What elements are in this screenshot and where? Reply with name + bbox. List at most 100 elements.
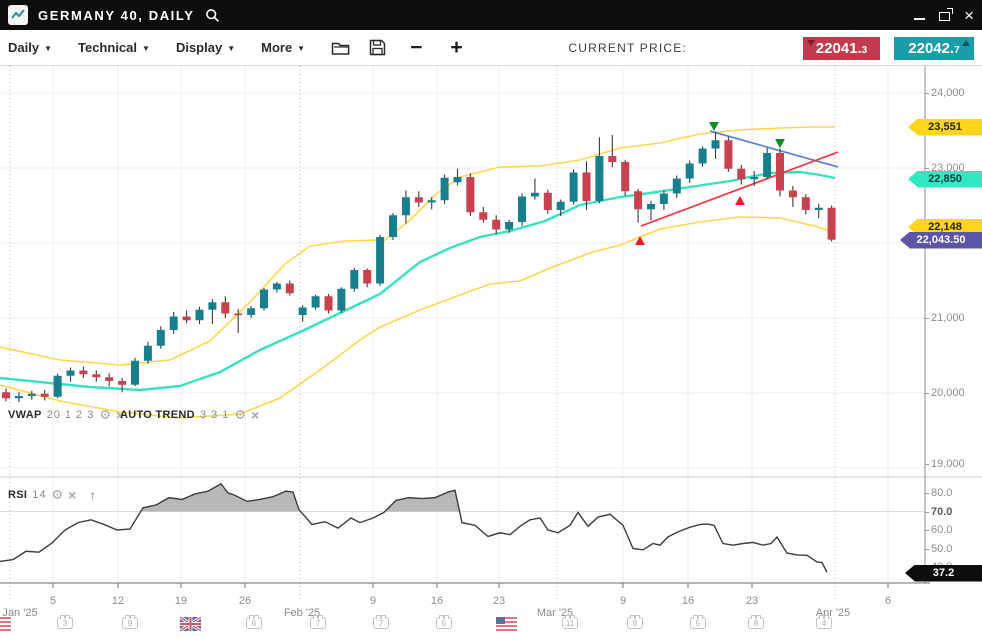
calendar-glyph: 8 [627,617,643,629]
vwap-params: 20 1 2 3 [47,409,95,421]
event-calendar-icon[interactable]: 4 [816,617,832,629]
candle-body [337,289,345,311]
rsi-line [0,484,827,572]
time-axis-label: 12 [112,595,124,607]
time-axis-label: 16 [682,595,694,607]
calendar-glyph: 11 [562,617,578,629]
calendar-glyph: 8 [748,617,764,629]
candle-body [402,197,410,215]
candle-body [583,173,591,202]
event-calendar-icon[interactable]: 11 [562,617,578,629]
price-badge-22850: 22,850 [908,171,982,188]
candle-body [41,394,49,397]
rsi-move-up-arrow-icon[interactable]: ↑ [89,489,96,501]
save-icon[interactable] [369,39,386,56]
vwap-settings-gear-icon[interactable]: ⚙ [99,409,111,421]
calendar-glyph: 3 [57,617,73,629]
menu-display[interactable]: Display▼ [176,40,235,55]
autotrend-indicator-row: AUTO TREND 3 3 1 ⚙ × [120,409,259,421]
candle-body [712,140,720,148]
menu-more[interactable]: More▼ [261,40,305,55]
menu-daily[interactable]: Daily▼ [8,40,52,55]
event-calendar-icon[interactable]: 7 [310,617,326,629]
price-axis-label: 21,000 [931,312,965,324]
vwap-label: VWAP [8,409,42,421]
candle-body [92,374,100,377]
candle-body [518,197,526,223]
chevron-down-icon: ▼ [227,44,235,53]
price-chart[interactable] [0,66,982,637]
price-axis-tick [925,464,929,465]
rsi-params: 14 [32,489,46,501]
autotrend-label: AUTO TREND [120,409,195,421]
rsi-settings-gear-icon[interactable]: ⚙ [52,489,64,501]
price-up-arrow-icon [962,40,970,46]
autotrend-settings-gear-icon[interactable]: ⚙ [234,409,246,421]
close-icon[interactable]: × [964,7,974,24]
window-title: GERMANY 40, DAILY [38,8,195,23]
event-calendar-icon[interactable]: 7 [373,617,389,629]
popout-icon[interactable] [939,12,950,21]
candle-body [544,193,552,210]
event-calendar-icon[interactable]: 8 [748,617,764,629]
autotrend-remove-icon[interactable]: × [251,409,259,421]
candle-body [221,302,229,313]
candle-body [28,394,36,396]
rsi-label: RSI [8,489,27,501]
price-badge-23551: 23,551 [908,119,982,136]
time-axis-label: 19 [175,595,187,607]
candle-body [428,200,436,202]
us-flag-icon[interactable] [496,617,517,636]
zoom-in-button[interactable]: + [450,38,462,58]
event-calendar-icon[interactable]: 6 [246,617,262,629]
search-icon[interactable] [205,8,220,23]
rsi-value-badge: 37.2 [905,565,982,582]
rsi-remove-icon[interactable]: × [68,489,76,501]
candle-body [350,270,358,289]
minimize-icon[interactable] [914,18,925,20]
time-axis-label: 5 [50,595,56,607]
candle-body [608,156,616,162]
uk-flag-icon[interactable] [180,617,201,636]
menu-technical[interactable]: Technical▼ [78,40,150,55]
pivot-down-arrow-icon [775,139,785,148]
rsi-axis-tick [925,549,929,550]
time-axis-label: 23 [493,595,505,607]
calendar-glyph: 9 [122,617,138,629]
candle-body [802,197,810,210]
pivot-up-arrow-icon [735,196,745,205]
chevron-down-icon: ▼ [44,44,52,53]
bollinger-upper-band-line [0,127,835,365]
calendar-glyph: 4 [816,617,832,629]
folder-open-icon[interactable] [331,39,351,56]
event-calendar-icon[interactable]: 5 [436,617,452,629]
pivot-down-arrow-icon [709,122,719,131]
chevron-down-icon: ▼ [142,44,150,53]
vwap-line [0,172,835,390]
calendar-glyph: 5 [690,617,706,629]
event-calendar-icon[interactable]: 3 [57,617,73,629]
candle-body [299,308,307,316]
candle-body [531,193,539,197]
candle-body [634,191,642,209]
candle-body [273,284,281,290]
event-calendar-icon[interactable]: 9 [122,617,138,629]
candle-body [286,284,294,294]
candle-body [144,346,152,361]
event-calendar-icon[interactable]: 8 [627,617,643,629]
candle-body [170,317,178,331]
candle-body [828,208,836,240]
candle-body [570,173,578,202]
candle-body [54,376,62,397]
chevron-down-icon: ▼ [297,44,305,53]
event-calendar-icon[interactable]: 5 [690,617,706,629]
us-flag-icon[interactable] [0,617,11,636]
rsi-axis-label: 80.0 [931,487,952,499]
candle-body [415,197,423,202]
time-axis-label: 26 [239,595,251,607]
candle-body [325,296,333,310]
candle-body [750,177,758,179]
zoom-out-button[interactable]: − [410,38,422,58]
candle-body [789,191,797,198]
candle-body [479,212,487,220]
